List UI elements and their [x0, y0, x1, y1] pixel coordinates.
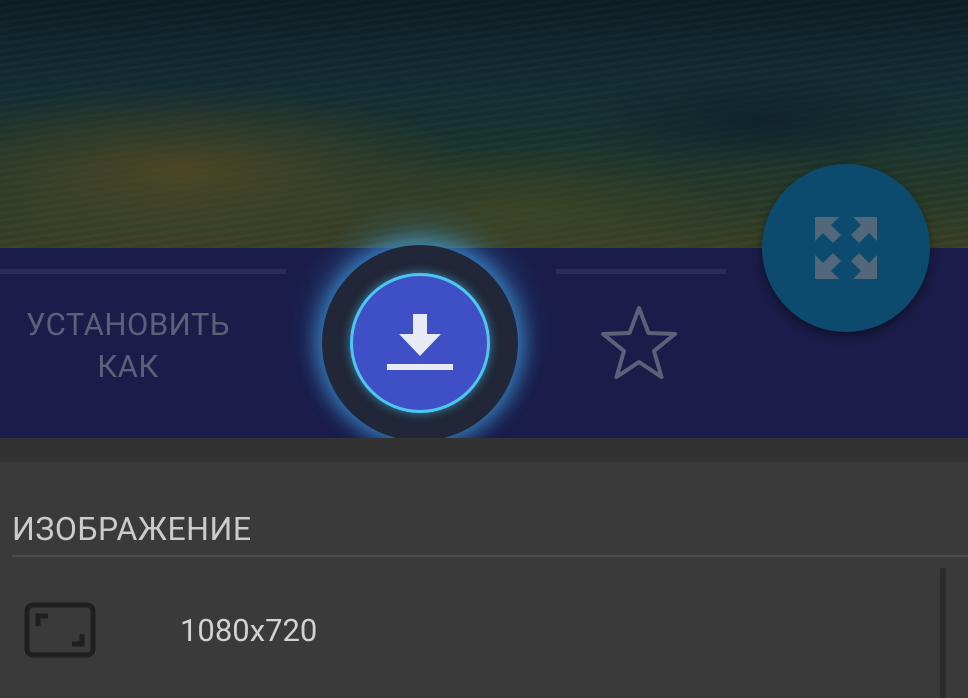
tab-indicator	[0, 269, 286, 274]
download-icon	[387, 314, 453, 370]
download-button[interactable]	[350, 273, 490, 413]
section-divider	[12, 555, 968, 557]
aspect-ratio-icon	[24, 602, 96, 658]
image-section-title: ИЗОБРАЖЕНИЕ	[12, 510, 252, 548]
panel-shadow	[0, 438, 968, 462]
resolution-value: 1080x720	[180, 612, 318, 649]
wallpaper-detail-screen: УСТАНОВИТЬ КАК ИЗОБРАЖЕНИЕ 1080x720	[0, 0, 968, 698]
fullscreen-button[interactable]	[762, 164, 930, 332]
tab-indicator	[556, 269, 726, 274]
expand-arrows-icon	[815, 217, 877, 279]
set-as-button[interactable]: УСТАНОВИТЬ КАК	[0, 304, 256, 388]
favorite-button[interactable]	[596, 302, 682, 384]
set-as-label-line2: КАК	[97, 348, 159, 385]
resolution-row: 1080x720	[0, 588, 940, 672]
details-panel: ИЗОБРАЖЕНИЕ 1080x720	[0, 438, 968, 698]
scrollbar[interactable]	[940, 568, 946, 698]
star-outline-icon	[601, 306, 677, 379]
set-as-label-line1: УСТАНОВИТЬ	[25, 306, 231, 343]
